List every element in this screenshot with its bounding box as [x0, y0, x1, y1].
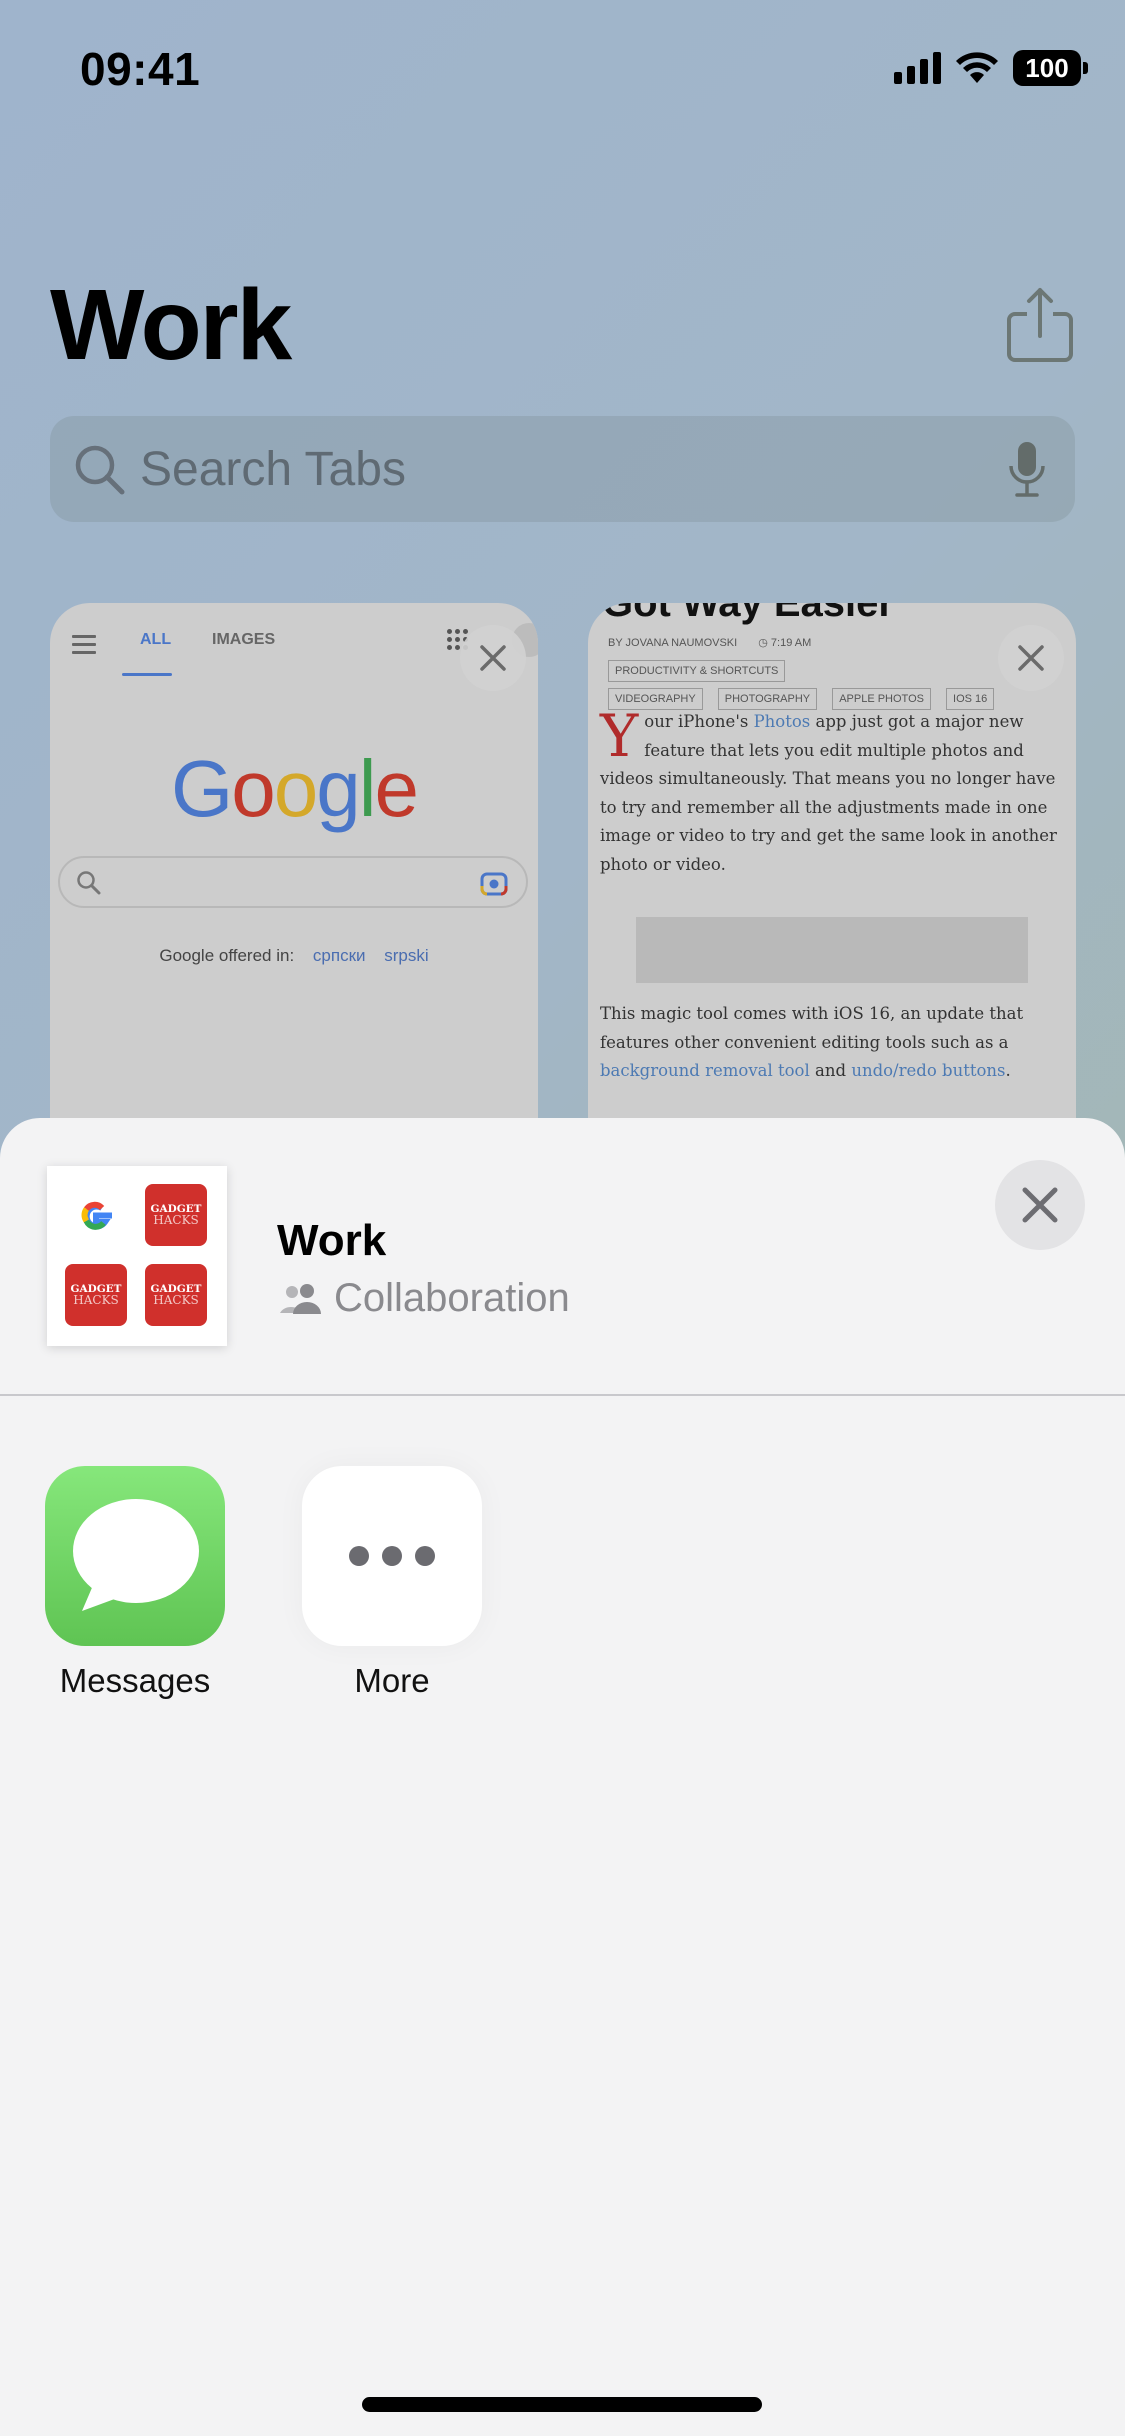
language-link: српски: [312, 946, 366, 965]
gadget-hacks-favicon: GADGET HACKS: [145, 1184, 207, 1246]
search-bar[interactable]: [50, 416, 1075, 522]
article-meta: BY JOVANA NAUMOVSKI ◷ 7:19 AM PRODUCTIVI…: [608, 629, 1008, 713]
status-bar: 09:41 100: [0, 0, 1125, 140]
share-sheet: GADGET HACKS GADGET HACKS GADGET HACKS W…: [0, 1118, 1125, 2436]
collaboration-label: Collaboration: [334, 1276, 570, 1320]
article-text: our iPhone's: [644, 712, 754, 731]
article-paragraph: This magic tool comes with iOS 16, an up…: [600, 1000, 1060, 1086]
close-icon: [1022, 1187, 1058, 1223]
app-label: More: [354, 1662, 430, 1699]
google-logo-letter: o: [231, 744, 275, 833]
google-tab-active-indicator: [122, 673, 172, 676]
people-icon: [280, 1283, 321, 1314]
article-image-placeholder: [636, 917, 1028, 983]
article-text: .: [1005, 1061, 1011, 1080]
status-time: 09:41: [80, 43, 201, 95]
close-icon: [480, 645, 506, 671]
tab-card-article[interactable]: Got Way Easier BY JOVANA NAUMOVSKI ◷ 7:1…: [588, 603, 1076, 1123]
battery-level: 100: [1025, 52, 1069, 83]
google-logo-letter: g: [316, 744, 360, 833]
cellular-signal-icon: [894, 52, 941, 84]
tab-group-thumbnail: GADGET HACKS GADGET HACKS GADGET HACKS: [47, 1166, 227, 1346]
app-label: Messages: [59, 1662, 211, 1699]
gadget-hacks-line2: HACKS: [153, 1293, 199, 1308]
google-logo-letter: o: [273, 744, 318, 833]
google-tab-all: ALL: [140, 631, 172, 648]
messages-icon: [45, 1466, 225, 1646]
tab-card-google[interactable]: ALL IMAGES Google Google offered in: срп…: [50, 603, 538, 1123]
more-icon: [302, 1466, 482, 1646]
share-button[interactable]: [1005, 284, 1075, 364]
wifi-icon: [956, 52, 998, 83]
share-icon: [1007, 288, 1073, 362]
microphone-icon[interactable]: [1007, 440, 1047, 500]
battery-icon: 100: [1013, 50, 1088, 86]
hamburger-menu-icon: [72, 635, 96, 659]
share-app-messages[interactable]: Messages: [45, 1466, 225, 1700]
ellipsis-icon: [349, 1546, 435, 1566]
article-text: This magic tool comes with iOS 16, an up…: [600, 1004, 1024, 1052]
close-tab-button[interactable]: [460, 625, 526, 691]
google-logo-letter: e: [374, 744, 419, 833]
article-text: and: [809, 1061, 852, 1080]
clock-icon: ◷: [758, 637, 768, 649]
article-byline: BY JOVANA NAUMOVSKI: [608, 637, 738, 649]
google-lens-icon: [480, 872, 508, 896]
google-logo-letter: l: [358, 744, 377, 833]
google-tab-images: IMAGES: [212, 631, 276, 648]
article-time: 7:19 AM: [770, 637, 812, 649]
article-tag: PRODUCTIVITY & SHORTCUTS: [608, 660, 786, 682]
article-link: Photos: [753, 712, 811, 731]
article-link: background removal tool: [600, 1061, 810, 1080]
article-tag: PHOTOGRAPHY: [717, 688, 818, 710]
search-icon: [75, 445, 125, 495]
gadget-hacks-favicon: GADGET HACKS: [145, 1264, 207, 1326]
article-tag: IOS 16: [946, 688, 995, 710]
article-tag: APPLE PHOTOS: [832, 688, 931, 710]
divider: [0, 1394, 1125, 1396]
drop-cap: Y: [600, 702, 639, 770]
google-offered-label: Google offered in:: [159, 946, 295, 965]
google-search-box: [58, 856, 528, 908]
google-logo-letter: G: [170, 744, 233, 833]
gadget-hacks-favicon: GADGET HACKS: [65, 1264, 127, 1326]
close-share-sheet-button[interactable]: [995, 1160, 1085, 1250]
google-offered-in: Google offered in: српски srpski: [50, 946, 538, 966]
gadget-hacks-line2: HACKS: [153, 1213, 199, 1228]
share-app-more[interactable]: More: [302, 1466, 482, 1700]
speech-bubble-icon: [73, 1499, 199, 1611]
home-indicator[interactable]: [362, 2397, 762, 2412]
search-input[interactable]: [140, 416, 990, 522]
search-icon: [77, 871, 101, 895]
status-icons: 100: [894, 50, 1088, 86]
page-title: Work: [50, 269, 292, 381]
language-link: srpski: [384, 946, 429, 965]
close-tab-button[interactable]: [998, 625, 1064, 691]
article-headline: Got Way Easier: [602, 603, 894, 625]
google-favicon: [65, 1184, 127, 1246]
close-icon: [1018, 645, 1044, 671]
google-logo: Google: [50, 743, 538, 835]
article-text: app just got a major new feature that le…: [600, 712, 1057, 874]
share-sheet-subtitle[interactable]: Collaboration: [280, 1276, 570, 1321]
google-g-icon: [81, 1201, 112, 1230]
article-paragraph: Your iPhone's Photos app just got a majo…: [600, 702, 1060, 879]
gadget-hacks-line2: HACKS: [73, 1293, 119, 1308]
article-link: undo/redo buttons: [851, 1061, 1006, 1080]
share-sheet-title: Work: [277, 1216, 387, 1265]
